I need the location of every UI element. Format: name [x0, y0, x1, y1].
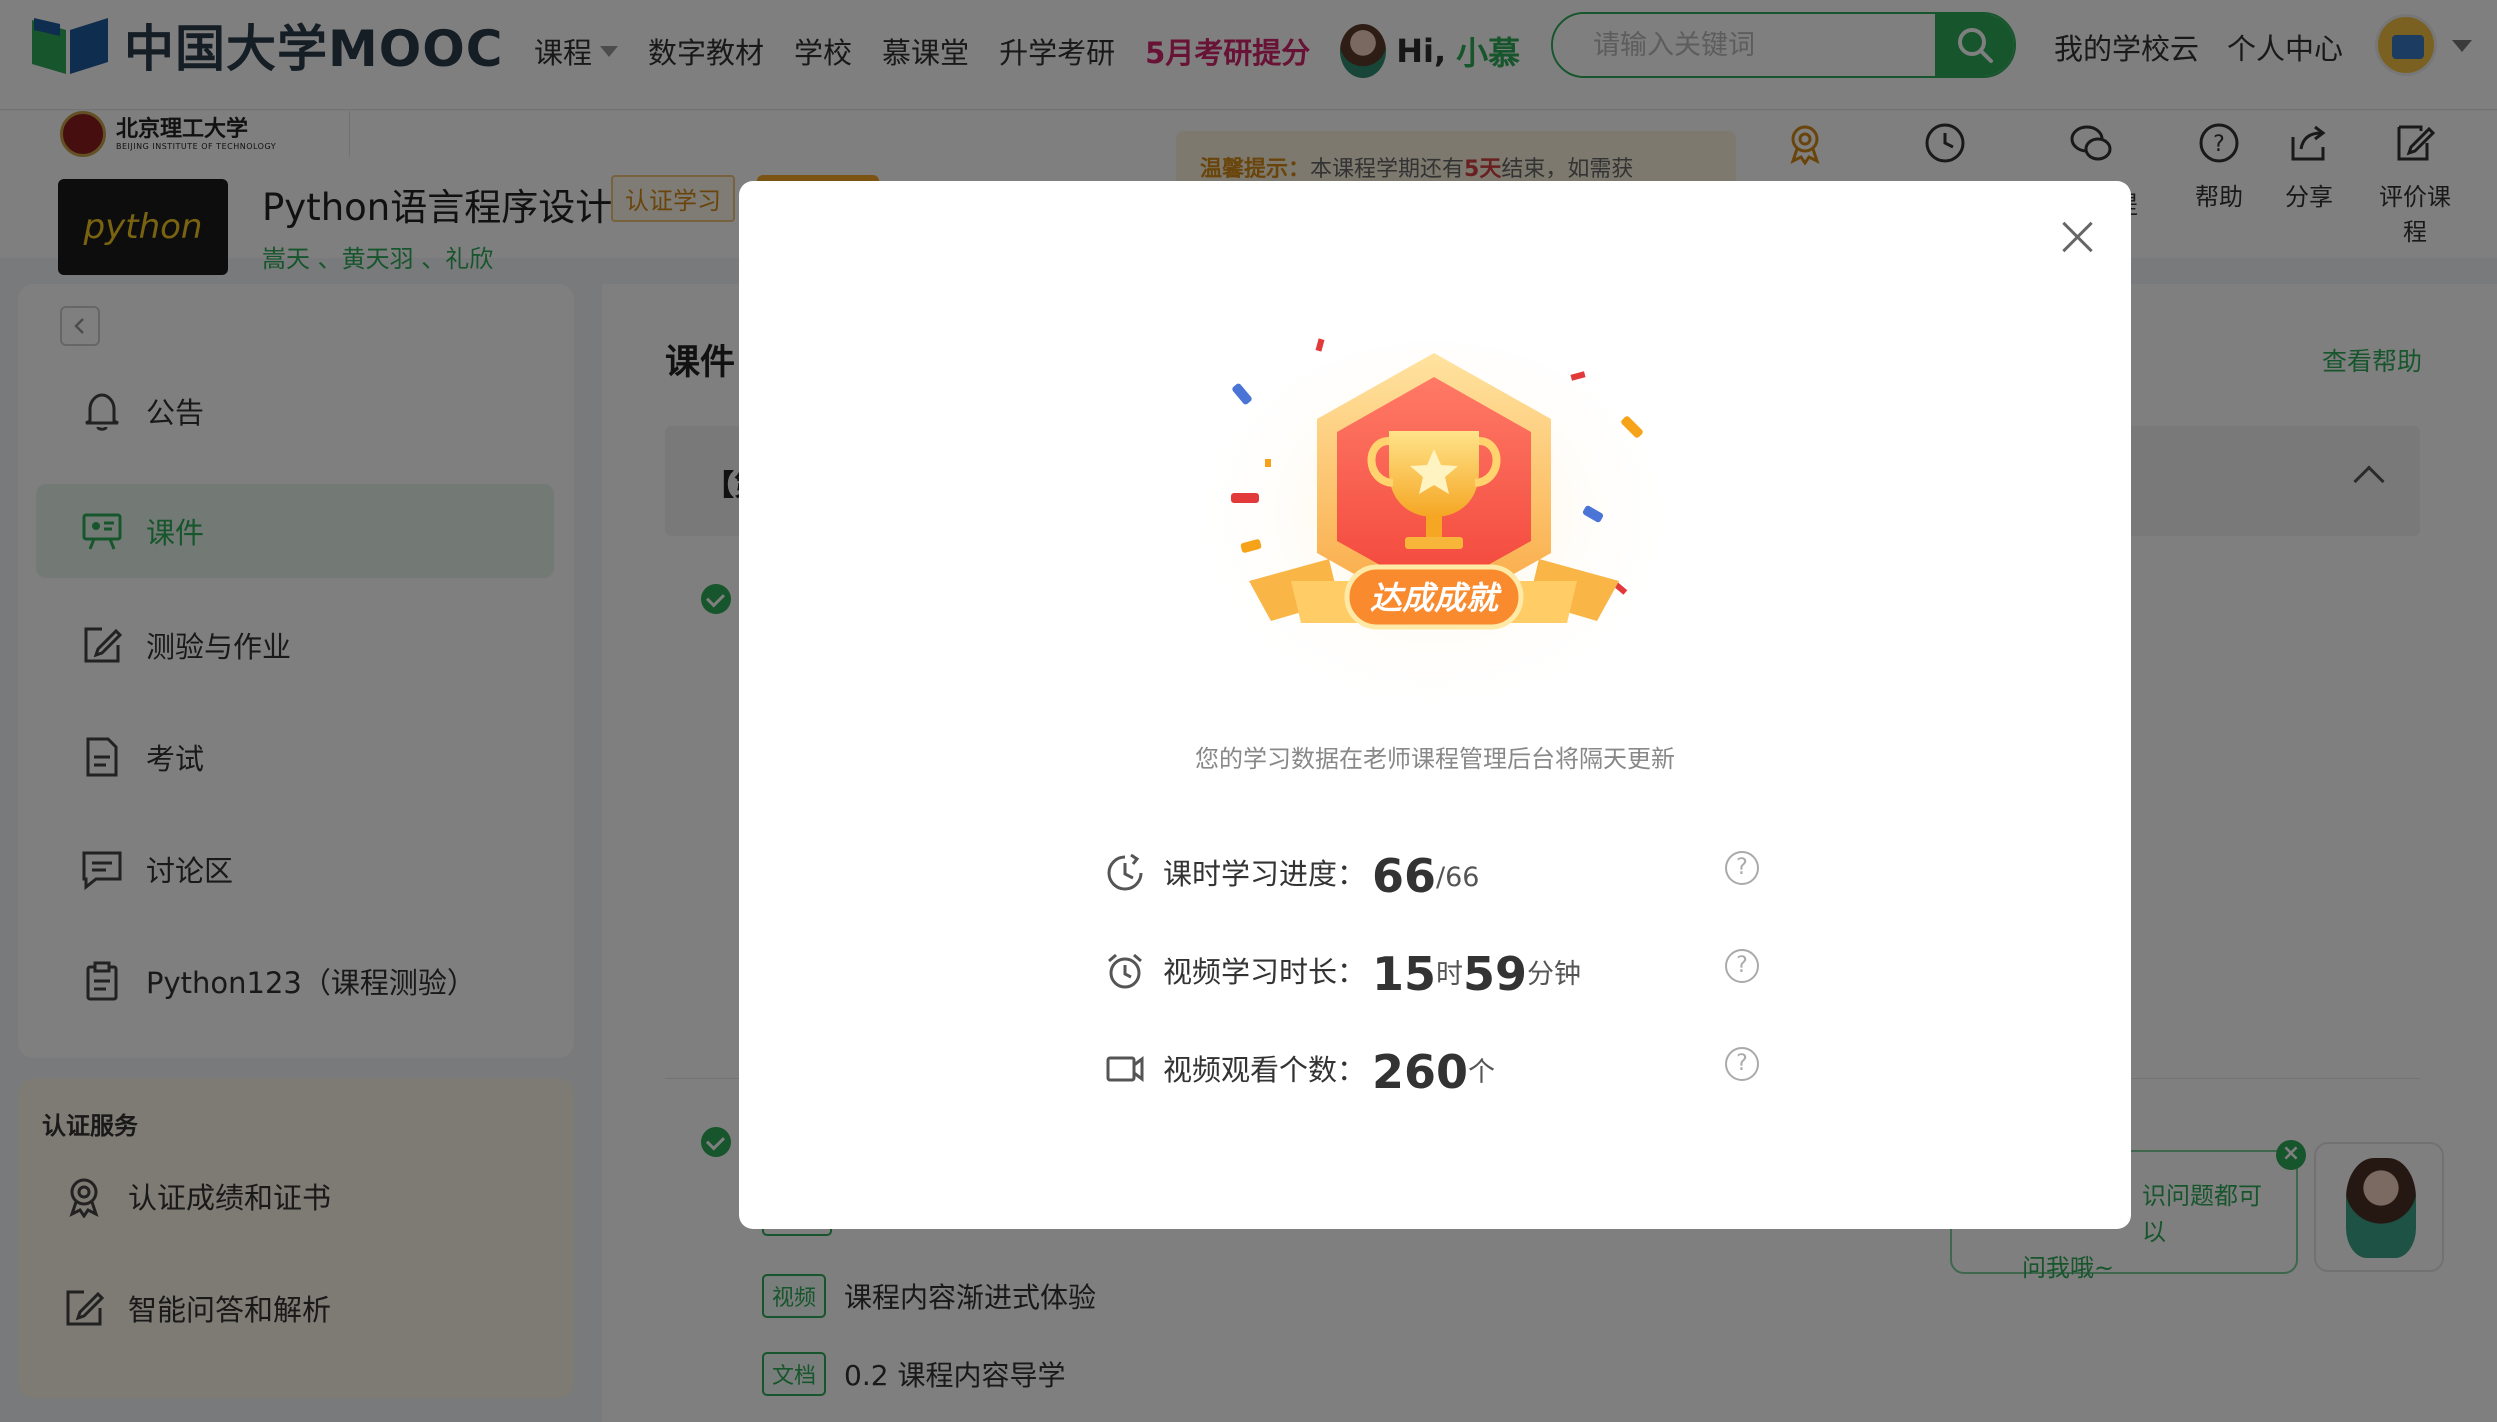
- help-icon[interactable]: ?: [1725, 949, 1759, 983]
- stat-minutes: 59: [1463, 947, 1528, 1001]
- help-icon[interactable]: ?: [1725, 1047, 1759, 1081]
- stat-label: 视频学习时长：: [1163, 955, 1367, 989]
- stat-video-duration: 视频学习时长： 15 时 59 分钟 ?: [1105, 937, 1765, 997]
- stat-unit: /66: [1436, 862, 1480, 893]
- update-notice: 您的学习数据在老师课程管理后台将隔天更新: [1195, 745, 1675, 773]
- video-icon: [1106, 1056, 1144, 1082]
- stat-label: 视频观看个数：: [1163, 1053, 1367, 1087]
- stat-hours: 15: [1372, 947, 1437, 1001]
- stat-label: 课时学习进度：: [1163, 857, 1367, 891]
- progress-icon: [1107, 853, 1143, 891]
- stat-value: 260: [1372, 1045, 1469, 1099]
- alarm-icon: [1108, 953, 1142, 989]
- stat-value: 66: [1372, 849, 1437, 903]
- trophy-badge-icon: 达成成就: [1204, 338, 1664, 721]
- badge-text: 达成成就: [1370, 579, 1502, 617]
- help-icon[interactable]: ?: [1725, 851, 1759, 885]
- close-icon[interactable]: [2057, 217, 2097, 257]
- achievement-modal: 达成成就 您的学习数据在老师课程管理后台将隔天更新 课时学习进度： 66 /66…: [739, 181, 2131, 1229]
- stat-unit: 个: [1468, 1057, 1496, 1088]
- stat-minutes-unit: 分钟: [1527, 959, 1582, 990]
- stat-lesson-progress: 课时学习进度： 66 /66 ?: [1105, 839, 1765, 899]
- stat-hours-unit: 时: [1436, 959, 1464, 990]
- stat-video-count: 视频观看个数： 260 个 ?: [1105, 1035, 1765, 1095]
